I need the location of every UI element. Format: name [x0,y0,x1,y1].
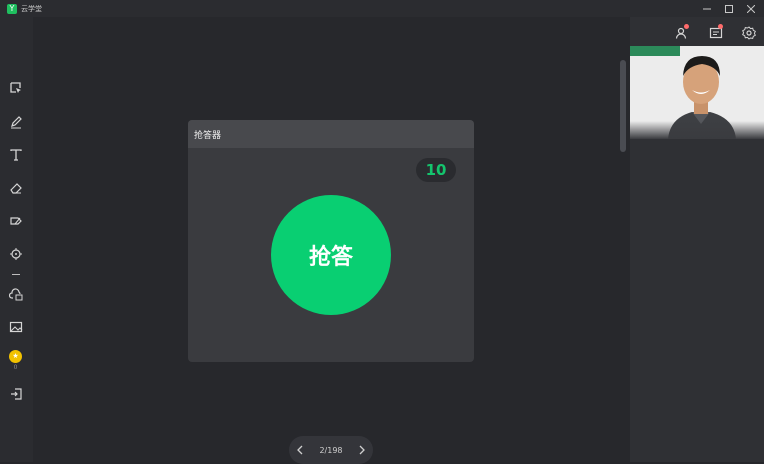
tag-tool-button[interactable] [8,213,24,229]
text-icon [10,149,22,161]
select-icon [10,82,21,93]
page-navigator: 2/198 [289,436,373,464]
minimize-button[interactable] [702,4,712,14]
laser-pointer-icon [10,248,22,260]
exit-button[interactable] [8,386,24,402]
exit-icon [11,388,22,400]
settings-button[interactable] [742,25,756,40]
text-tool-button[interactable] [8,147,24,163]
app-logo: Y [7,3,17,14]
video-name-tag [630,46,680,56]
image-icon [9,321,23,333]
app-title: 云学堂 [21,4,42,13]
close-icon [747,4,755,13]
message-button[interactable] [709,24,723,39]
chevron-left-icon [297,445,303,455]
prev-page-button[interactable] [289,439,311,461]
coin-icon[interactable]: ★ [9,350,22,363]
pen-tool-button[interactable] [8,114,24,130]
close-button[interactable] [746,4,756,14]
user-list-button[interactable] [675,24,689,39]
teacher-video[interactable] [630,46,764,139]
laser-pointer-button[interactable] [8,246,24,262]
title-bar: Y 云学堂 [0,0,764,17]
next-page-button[interactable] [351,439,373,461]
cloud-upload-icon [9,288,23,301]
select-tool-button[interactable] [8,80,24,96]
user-badge [684,24,689,29]
coin-count: 0 [13,364,18,371]
image-tool-button[interactable] [8,319,24,335]
eraser-tool-button[interactable] [8,180,24,196]
window-controls [702,0,756,17]
canvas-scrollbar[interactable] [620,60,626,152]
settings-icon [742,26,756,40]
chevron-right-icon [359,445,365,455]
pen-icon [11,116,22,129]
eraser-icon [10,183,22,194]
page-indicator: 2/198 [319,445,343,455]
toolbar-divider [12,274,20,275]
maximize-button[interactable] [724,4,734,14]
right-panel [630,17,764,462]
answer-button[interactable]: 抢答 [271,195,391,315]
dialog-title: 抢答器 [194,130,222,141]
message-badge [718,24,723,29]
minimize-icon [703,8,711,9]
dialog-header[interactable]: 抢答器 [188,120,474,148]
countdown-timer: 10 [416,158,456,182]
buzzer-dialog: 抢答器 10 抢答 [188,120,474,362]
video-fade-overlay [630,121,764,139]
maximize-icon [725,4,733,13]
tag-icon [10,217,22,225]
left-toolbar: ★ 0 [0,17,33,462]
cloud-upload-button[interactable] [8,286,24,302]
